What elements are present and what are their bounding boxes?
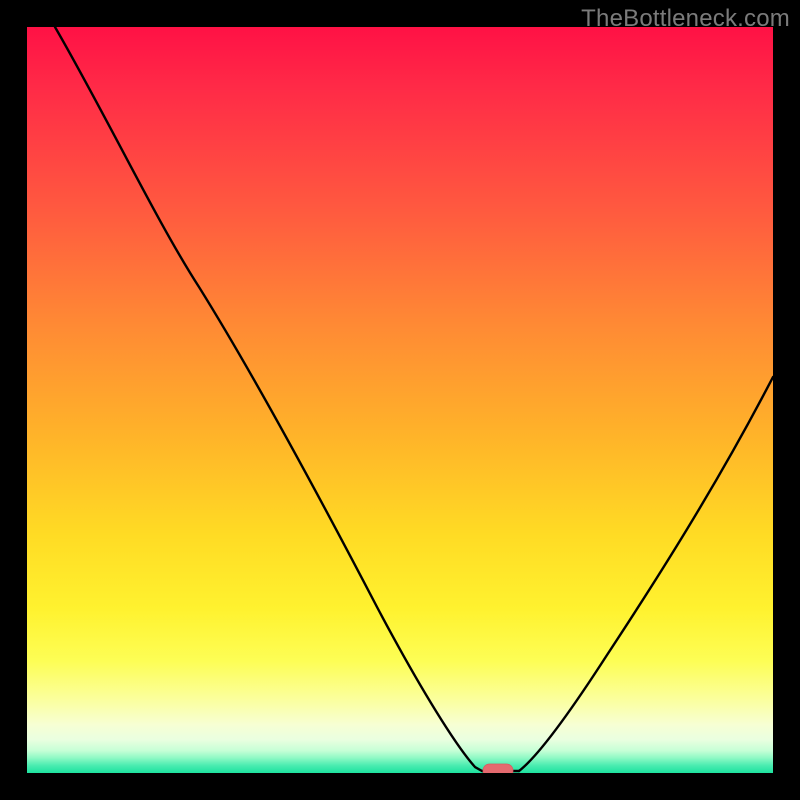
chart-frame: TheBottleneck.com xyxy=(0,0,800,800)
curve-right-branch xyxy=(519,377,773,771)
curve-left-branch xyxy=(55,27,482,771)
bottleneck-curve xyxy=(27,27,773,773)
plot-area xyxy=(27,27,773,773)
watermark-label: TheBottleneck.com xyxy=(581,5,790,33)
optimal-marker xyxy=(483,764,513,773)
